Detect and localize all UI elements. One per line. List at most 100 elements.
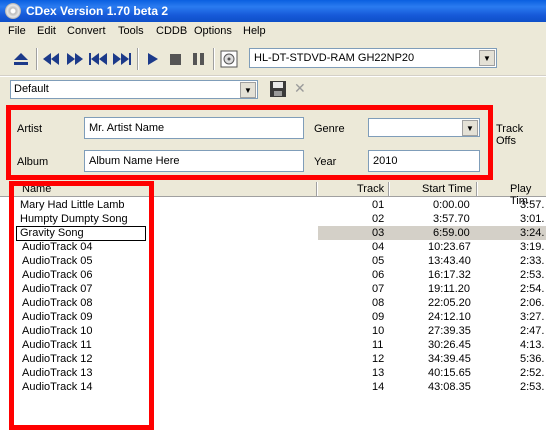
track-name: AudioTrack 04 [22, 241, 93, 253]
track-list[interactable]: Name Track Start Time Play Tim Mary Had … [0, 181, 546, 430]
track-play: 2:53. [520, 381, 545, 393]
track-name: Humpty Dumpty Song [20, 213, 128, 225]
genre-select[interactable]: ▼ [368, 118, 480, 137]
close-icon[interactable]: ✕ [294, 80, 306, 97]
track-name: Mary Had Little Lamb [20, 199, 125, 211]
chevron-down-icon[interactable]: ▼ [240, 82, 256, 98]
genre-label: Genre [314, 123, 345, 135]
table-row[interactable]: AudioTrack 14 14 43:08.35 2:53. [0, 380, 546, 394]
table-row[interactable]: AudioTrack 13 13 40:15.65 2:52. [0, 366, 546, 380]
prev-track-icon[interactable] [42, 50, 60, 68]
pause-icon[interactable] [189, 50, 207, 68]
window-title: CDex Version 1.70 beta 2 [26, 4, 169, 18]
track-play: 2:47. [520, 325, 545, 337]
artist-value: Mr. Artist Name [89, 122, 165, 134]
save-icon[interactable] [270, 81, 286, 97]
track-play: 2:52. [520, 367, 545, 379]
column-divider[interactable] [476, 182, 478, 196]
track-start: 10:23.67 [428, 241, 471, 253]
track-number: 01 [372, 199, 385, 211]
artist-label: Artist [17, 123, 43, 135]
track-play: 3:01. [520, 213, 545, 225]
table-row[interactable]: AudioTrack 09 09 24:12.10 3:27. [0, 310, 546, 324]
column-name[interactable]: Name [22, 183, 51, 195]
track-start: 13:43.40 [428, 255, 471, 267]
track-play: 4:13. [520, 339, 545, 351]
menu-cddb[interactable]: CDDB [156, 25, 187, 37]
track-start: 43:08.35 [428, 381, 471, 393]
toolbar-separator [36, 48, 38, 70]
album-field[interactable]: Album Name Here [84, 150, 304, 172]
column-start-time[interactable]: Start Time [422, 183, 472, 195]
track-start: 34:39.45 [428, 353, 471, 365]
artist-field[interactable]: Mr. Artist Name [84, 117, 304, 139]
track-name: AudioTrack 12 [22, 353, 93, 365]
eject-icon[interactable] [12, 50, 30, 68]
column-divider[interactable] [388, 182, 390, 196]
track-start: 19:11.20 [428, 283, 471, 295]
chevron-down-icon[interactable]: ▼ [462, 120, 478, 136]
table-row[interactable]: AudioTrack 06 06 16:17.32 2:53. [0, 268, 546, 282]
track-number: 08 [372, 297, 385, 309]
year-value: 2010 [373, 155, 398, 167]
drive-select-value: HL-DT-STDVD-RAM GH22NP20 [254, 52, 415, 64]
table-row[interactable]: AudioTrack 07 07 19:11.20 2:54. [0, 282, 546, 296]
column-track[interactable]: Track [357, 183, 384, 195]
next-track-icon[interactable] [66, 50, 84, 68]
column-divider[interactable] [316, 182, 318, 196]
menu-file[interactable]: File [8, 25, 26, 37]
menu-edit[interactable]: Edit [37, 25, 56, 37]
track-start: 22:05.20 [428, 297, 471, 309]
cd-app-icon [5, 3, 21, 19]
table-row[interactable]: AudioTrack 10 10 27:39.35 2:47. [0, 324, 546, 338]
track-play: 3:27. [520, 311, 545, 323]
menu-options[interactable]: Options [194, 25, 232, 37]
table-row[interactable]: Mary Had Little Lamb 01 0:00.00 3:57. [0, 198, 546, 212]
selection-highlight [318, 226, 546, 240]
skip-forward-icon[interactable] [113, 50, 131, 68]
track-start: 0:00.00 [433, 199, 470, 211]
chevron-down-icon[interactable]: ▼ [479, 50, 495, 66]
stop-icon[interactable] [166, 50, 184, 68]
table-row[interactable]: AudioTrack 12 12 34:39.45 5:36. [0, 352, 546, 366]
play-icon[interactable] [144, 50, 162, 68]
table-row[interactable]: AudioTrack 08 08 22:05.20 2:06. [0, 296, 546, 310]
album-value: Album Name Here [89, 155, 180, 167]
track-start: 6:59.00 [433, 227, 470, 239]
toolbar-separator [213, 48, 215, 70]
track-name: AudioTrack 11 [22, 339, 92, 351]
table-row[interactable]: AudioTrack 04 04 10:23.67 3:19. [0, 240, 546, 254]
track-list-header: Name Track Start Time Play Tim [0, 181, 546, 207]
track-number: 06 [372, 269, 385, 281]
track-name: AudioTrack 10 [22, 325, 93, 337]
track-play: 3:24. [520, 227, 545, 239]
track-start: 30:26.45 [428, 339, 471, 351]
table-row[interactable]: AudioTrack 11 11 30:26.45 4:13. [0, 338, 546, 352]
track-name: AudioTrack 07 [22, 283, 93, 295]
skip-back-icon[interactable] [89, 50, 107, 68]
menu-help[interactable]: Help [243, 25, 266, 37]
track-name: AudioTrack 05 [22, 255, 93, 267]
track-name: AudioTrack 13 [22, 367, 93, 379]
menu-bar: File Edit Convert Tools CDDB Options Hel… [0, 22, 546, 42]
drive-select[interactable]: HL-DT-STDVD-RAM GH22NP20 ▼ [249, 48, 497, 68]
track-number: 11 [372, 339, 384, 351]
cd-info-panel: Artist Mr. Artist Name Album Album Name … [0, 103, 546, 181]
table-row[interactable]: Humpty Dumpty Song 02 3:57.70 3:01. [0, 212, 546, 226]
year-field[interactable]: 2010 [368, 150, 480, 172]
year-label: Year [314, 156, 337, 168]
cd-info-icon[interactable] [220, 50, 238, 68]
track-number: 05 [372, 255, 385, 267]
table-row-selected[interactable]: Gravity Song 03 6:59.00 3:24. [0, 226, 546, 241]
track-start: 27:39.35 [428, 325, 471, 337]
track-name: AudioTrack 14 [22, 381, 93, 393]
toolbar-separator [137, 48, 139, 70]
profile-select[interactable]: Default ▼ [10, 80, 258, 99]
track-start: 3:57.70 [433, 213, 470, 225]
track-number: 10 [372, 325, 385, 337]
menu-tools[interactable]: Tools [118, 25, 144, 37]
track-play: 5:36. [520, 353, 545, 365]
table-row[interactable]: AudioTrack 05 05 13:43.40 2:33. [0, 254, 546, 268]
track-name: Gravity Song [20, 227, 84, 239]
menu-convert[interactable]: Convert [67, 25, 106, 37]
